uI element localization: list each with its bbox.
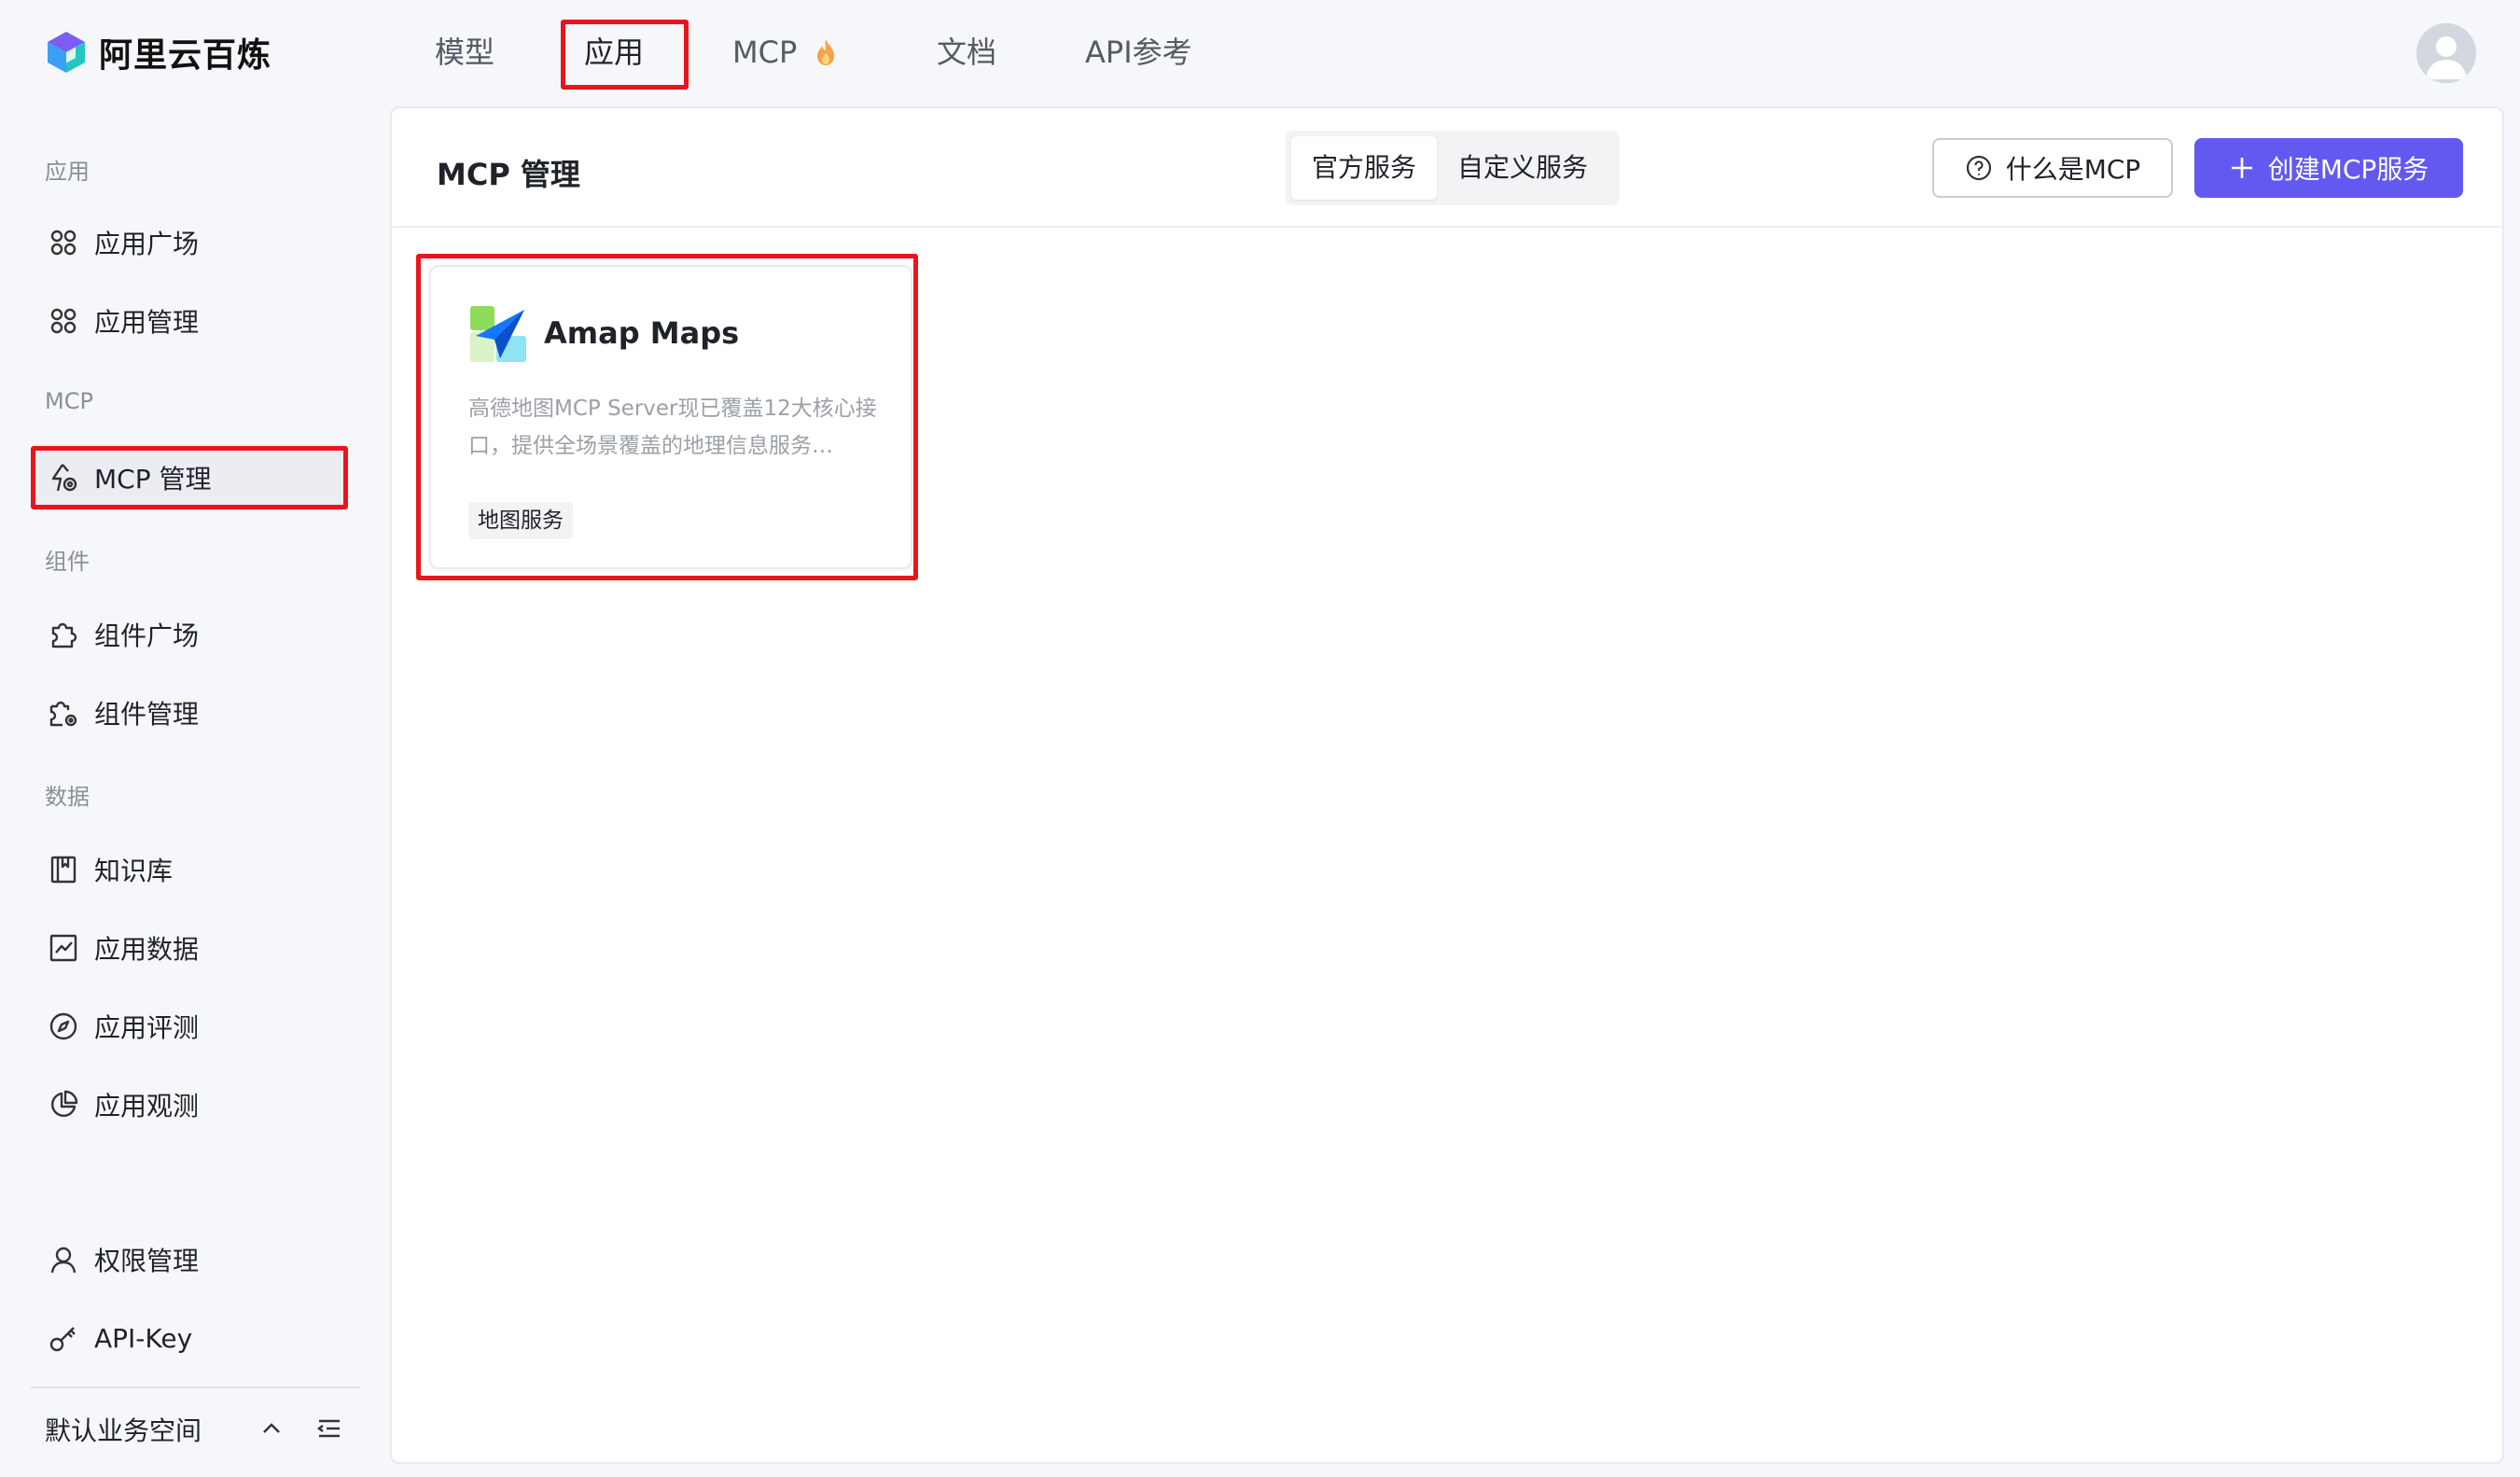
sidebar-group-data: 数据 bbox=[45, 784, 90, 810]
sidebar-item-label: 应用观测 bbox=[94, 1091, 200, 1122]
nav-app-highlight bbox=[561, 20, 689, 90]
sidebar-item-label: API-Key bbox=[94, 1322, 193, 1354]
workspace-selector[interactable]: 默认业务空间 bbox=[45, 1411, 202, 1448]
sidebar-item-app-data[interactable]: 应用数据 bbox=[31, 914, 348, 982]
sidebar-item-label: 组件管理 bbox=[94, 699, 200, 730]
nav-api-reference[interactable]: API参考 bbox=[1085, 28, 1192, 77]
brand-logo[interactable]: 阿里云百炼 bbox=[43, 26, 271, 78]
plus-icon bbox=[2231, 158, 2252, 178]
sidebar-item-api-key[interactable]: API-Key bbox=[31, 1304, 348, 1372]
create-mcp-service-button[interactable]: 创建MCP服务 bbox=[2194, 138, 2463, 198]
page-title: MCP 管理 bbox=[437, 157, 580, 192]
sidebar-item-component-manage[interactable]: 组件管理 bbox=[31, 679, 348, 746]
flame-icon bbox=[814, 32, 838, 80]
sidebar-item-app-manage[interactable]: 应用管理 bbox=[31, 287, 348, 355]
brand-name: 阿里云百炼 bbox=[99, 36, 272, 75]
top-navigation: 阿里云百炼 模型 应用 MCP 文档 API参考 bbox=[0, 0, 2520, 105]
tab-custom-service[interactable]: 自定义服务 bbox=[1437, 136, 1608, 200]
user-avatar[interactable] bbox=[2416, 23, 2476, 83]
sidebar-item-label: 知识库 bbox=[94, 856, 174, 886]
grid-icon bbox=[48, 227, 79, 258]
chevron-up-icon[interactable] bbox=[256, 1413, 287, 1444]
sidebar-item-app-evaluation[interactable]: 应用评测 bbox=[31, 993, 348, 1060]
sidebar-item-label: 应用数据 bbox=[94, 934, 200, 965]
nav-model[interactable]: 模型 bbox=[435, 28, 494, 77]
bailian-cube-logo-icon bbox=[48, 32, 85, 73]
what-is-mcp-button[interactable]: 什么是MCP bbox=[1932, 138, 2173, 198]
sidebar-item-label: 组件广场 bbox=[94, 620, 200, 651]
sidebar-item-component-plaza[interactable]: 组件广场 bbox=[31, 601, 348, 668]
sidebar-group-app: 应用 bbox=[45, 159, 90, 185]
sidebar-group-component: 组件 bbox=[45, 549, 90, 575]
question-circle-icon bbox=[1966, 155, 1991, 181]
nav-docs[interactable]: 文档 bbox=[937, 28, 996, 77]
sidebar-item-label: 应用管理 bbox=[94, 307, 200, 338]
create-mcp-service-label: 创建MCP服务 bbox=[2267, 154, 2430, 185]
sidebar-item-label: 权限管理 bbox=[94, 1246, 200, 1276]
sidebar-item-label: 应用评测 bbox=[94, 1012, 200, 1043]
sidebar-item-app-plaza[interactable]: 应用广场 bbox=[31, 209, 348, 276]
puzzle-gear-icon bbox=[48, 697, 79, 729]
service-type-segmented: 官方服务 自定义服务 bbox=[1286, 131, 1620, 205]
card-highlight bbox=[416, 254, 918, 580]
sidebar-item-knowledge-base[interactable]: 知识库 bbox=[31, 836, 348, 903]
main-header: MCP 管理 官方服务 自定义服务 什么是MCP 创建MCP服务 bbox=[392, 108, 2502, 228]
puzzle-icon bbox=[48, 619, 79, 650]
book-icon bbox=[48, 854, 79, 885]
nav-mcp-label: MCP bbox=[732, 35, 798, 70]
tab-official-service[interactable]: 官方服务 bbox=[1291, 136, 1438, 200]
grid-icon bbox=[48, 305, 79, 337]
chart-icon bbox=[48, 932, 79, 964]
collapse-menu-icon[interactable] bbox=[313, 1413, 345, 1444]
what-is-mcp-label: 什么是MCP bbox=[2005, 154, 2141, 185]
nav-mcp[interactable]: MCP bbox=[732, 28, 838, 77]
sidebar-item-label: 应用广场 bbox=[94, 229, 200, 259]
sidebar-group-mcp: MCP bbox=[45, 388, 93, 414]
user-icon bbox=[48, 1244, 79, 1275]
pie-icon bbox=[48, 1089, 79, 1121]
compass-icon bbox=[48, 1010, 79, 1042]
user-avatar-icon bbox=[2416, 23, 2476, 83]
sidebar-divider bbox=[31, 1386, 360, 1388]
sidebar-item-permission[interactable]: 权限管理 bbox=[31, 1226, 348, 1293]
key-icon bbox=[48, 1322, 79, 1354]
sidebar-item-mcp-highlight bbox=[31, 446, 348, 509]
sidebar-item-app-observation[interactable]: 应用观测 bbox=[31, 1071, 348, 1138]
